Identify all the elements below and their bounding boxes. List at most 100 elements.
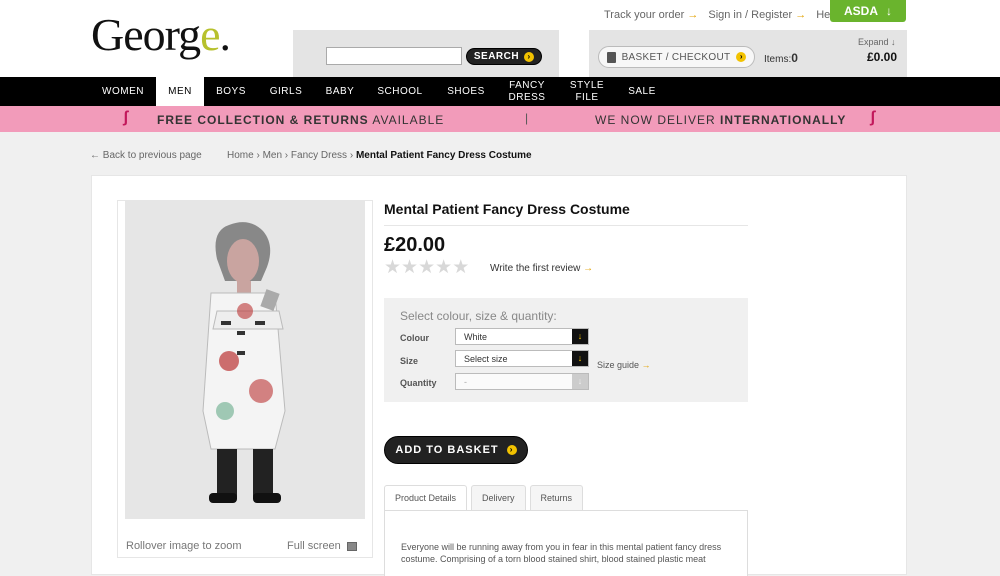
logo-text: Georg [91,9,201,60]
promo-left-rest: AVAILABLE [368,113,445,127]
size-value: Select size [464,354,508,364]
george-logo[interactable]: George. [91,8,231,61]
promo-right-prefix: WE NOW DELIVER [595,113,721,127]
arrow-right-icon: → [687,9,699,21]
zoom-hint: Rollover image to zoom [126,540,242,552]
size-label: Size [400,356,419,366]
arrow-down-icon: ↓ [572,374,588,389]
main-nav: WOMEN MEN BOYS GIRLS BABY SCHOOL SHOES F… [0,77,1000,106]
product-tabs: Product Details Delivery Returns [384,485,584,510]
items-label: Items: [764,54,792,65]
expand-basket-link[interactable]: Expand ↓ [858,37,896,47]
shopping-bag-icon [606,51,616,63]
arrow-down-icon: ↓ [891,37,896,47]
breadcrumb-home[interactable]: Home [227,150,254,161]
star-icon: ★ [384,257,401,278]
arrow-down-icon: ↓ [886,4,892,18]
search-button[interactable]: SEARCH › [466,48,542,65]
basket-items-count: Items:0 [764,51,798,65]
nav-item-school[interactable]: SCHOOL [370,77,430,106]
sign-in-link[interactable]: Sign in / Register → [708,9,806,21]
nav-label: WOMEN [102,85,144,97]
quantity-select[interactable]: - ↓ [455,373,589,390]
breadcrumb: Home › Men › Fancy Dress › Mental Patien… [227,150,532,161]
arrow-down-icon: ↓ [572,329,588,344]
asda-button[interactable]: ASDA ↓ [830,0,906,22]
product-content: Rollover image to zoom Full screen Menta… [91,175,907,576]
basket-panel: BASKET / CHECKOUT › Items:0 Expand ↓ £0.… [589,30,907,77]
promo-right-bold: INTERNATIONALLY [720,113,847,127]
asda-label: ASDA [843,4,878,18]
nav-item-women[interactable]: WOMEN [92,77,154,106]
track-order-label: Track your order [604,9,685,21]
add-to-basket-button[interactable]: ADD TO BASKET › [384,436,528,464]
nav-label: BABY [325,85,355,97]
colour-label: Colour [400,333,429,343]
quantity-value: - [464,377,467,387]
nav-item-style-file[interactable]: STYLE FILE [562,77,612,106]
expand-label: Expand [858,37,889,47]
logo-accent: e [200,9,220,60]
quantity-label: Quantity [400,378,437,388]
product-image[interactable] [125,201,365,519]
arrow-right-icon: › [524,51,535,62]
promo-right: WE NOW DELIVER INTERNATIONALLY [595,113,846,127]
arrow-right-icon: → [795,9,807,21]
nav-item-girls[interactable]: GIRLS [260,77,312,106]
product-title: Mental Patient Fancy Dress Costume [384,201,748,226]
sign-in-label: Sign in / Register [708,9,793,21]
nav-item-baby[interactable]: BABY [318,77,362,106]
nav-item-men[interactable]: MEN [156,77,204,106]
site-header: George. SEARCH › Track your order → Sign… [0,0,1000,77]
breadcrumb-men[interactable]: Men [263,150,282,161]
arrow-right-icon: → [641,360,651,370]
search-button-label: SEARCH [473,51,520,62]
basket-total: £0.00 [867,50,898,64]
nav-item-shoes[interactable]: SHOES [440,77,492,106]
logo-dot: . [219,9,231,60]
back-link[interactable]: ← Back to previous page [90,150,202,161]
nav-item-boys[interactable]: BOYS [207,77,255,106]
fullscreen-button[interactable]: Full screen [287,540,357,552]
arrow-right-icon: › [736,52,747,62]
size-guide-link[interactable]: Size guide → [597,360,651,370]
nav-label: BOYS [216,85,246,97]
search-input[interactable] [326,47,462,65]
ribbon-icon: ʃ [123,109,129,126]
product-options: Select colour, size & quantity: Colour W… [384,298,748,402]
review-label: Write the first review [490,263,581,274]
tab-returns[interactable]: Returns [529,485,584,510]
rating-stars: ★ ★ ★ ★ ★ [384,256,469,279]
arrow-right-icon: → [583,263,594,274]
search-panel: SEARCH › [293,30,559,77]
ribbon-icon: ʃ [870,109,876,126]
items-count: 0 [791,51,798,65]
nav-label: STYLE FILE [569,79,605,103]
nav-item-fancy-dress[interactable]: FANCY DRESS [500,77,554,106]
tab-delivery[interactable]: Delivery [471,485,526,510]
add-to-basket-label: ADD TO BASKET [395,444,499,456]
basket-button-label: BASKET / CHECKOUT [621,51,731,63]
size-guide-label: Size guide [597,360,640,370]
breadcrumb-fancy-dress[interactable]: Fancy Dress [291,150,347,161]
star-icon: ★ [435,257,452,278]
tab-panel: Everyone will be running away from you i… [384,510,748,576]
tab-label: Returns [540,493,573,503]
write-review-link[interactable]: Write the first review → [490,263,593,274]
promo-divider: | [525,111,529,125]
fullscreen-label: Full screen [287,540,341,552]
nav-label: GIRLS [269,85,303,97]
size-select[interactable]: Select size ↓ [455,350,589,367]
tab-label: Delivery [482,493,515,503]
star-icon: ★ [418,257,435,278]
nav-item-sale[interactable]: SALE [620,77,664,106]
options-heading: Select colour, size & quantity: [400,309,557,323]
product-price: £20.00 [384,234,446,256]
promo-banner[interactable]: ʃ FREE COLLECTION & RETURNS AVAILABLE | … [0,106,1000,132]
product-image-box: Rollover image to zoom Full screen [117,200,373,558]
colour-select[interactable]: White ↓ [455,328,589,345]
fullscreen-icon [346,541,357,551]
basket-checkout-button[interactable]: BASKET / CHECKOUT › [598,46,755,68]
tab-product-details[interactable]: Product Details [384,485,468,510]
track-order-link[interactable]: Track your order → [604,9,698,21]
